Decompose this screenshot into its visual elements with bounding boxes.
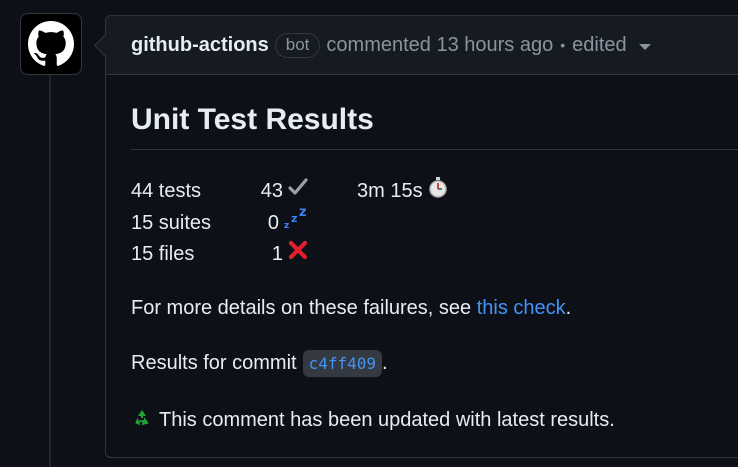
comment-title: Unit Test Results — [131, 103, 738, 150]
updated-note-text: This comment has been updated with lates… — [159, 409, 615, 431]
author-link[interactable]: github-actions — [131, 34, 269, 57]
avatar[interactable] — [20, 13, 82, 75]
github-logo-icon — [28, 21, 74, 66]
svg-text:z: z — [299, 206, 307, 220]
stats-row-files: 15 files 1 — [131, 239, 738, 271]
comment-box: github-actions bot commented 13 hours ag… — [93, 15, 738, 458]
tests-count-label: 44 tests — [131, 180, 202, 202]
edited-label[interactable]: edited — [572, 34, 627, 57]
separator-dot: • — [560, 37, 566, 53]
passed-count: 43 — [260, 180, 283, 202]
stats-table: 44 tests 43 3m 15s 15 suites 0 z z z 15 … — [131, 176, 738, 271]
check-link[interactable]: this check — [477, 297, 566, 319]
check-icon — [287, 176, 309, 208]
commit-paragraph: Results for commit c4ff409 . — [131, 349, 738, 377]
zzz-icon: z z z — [283, 205, 309, 241]
red-x-icon — [287, 239, 309, 272]
stats-row-tests: 44 tests 43 3m 15s — [131, 176, 738, 208]
stats-row-suites: 15 suites 0 z z z — [131, 205, 738, 241]
comment-header: github-actions bot commented 13 hours ag… — [106, 16, 738, 75]
suites-count-label: 15 suites — [131, 211, 212, 234]
failed-count: 1 — [271, 243, 283, 265]
commit-prefix: Results for commit — [131, 351, 297, 374]
commit-sha-link[interactable]: c4ff409 — [302, 349, 383, 377]
timeline-line — [49, 75, 51, 467]
updated-note: This comment has been updated with lates… — [131, 407, 738, 435]
details-paragraph: For more details on these failures, see … — [131, 297, 738, 320]
svg-text:z: z — [284, 221, 289, 230]
files-count-label: 15 files — [131, 243, 195, 265]
skipped-count: 0 — [267, 211, 279, 234]
duration-label: 3m 15s — [357, 180, 423, 202]
stopwatch-icon — [427, 176, 449, 209]
svg-text:z: z — [291, 212, 297, 225]
comment-timestamp[interactable]: commented 13 hours ago — [326, 34, 553, 57]
comment-body: Unit Test Results 44 tests 43 3m 15s 15 … — [106, 103, 738, 435]
recycle-icon — [131, 407, 153, 435]
commit-suffix: . — [382, 351, 388, 374]
bot-badge: bot — [274, 32, 321, 58]
details-suffix: . — [565, 296, 572, 319]
chevron-down-icon[interactable] — [638, 44, 651, 50]
details-prefix: For more details on these failures, see — [131, 296, 477, 319]
